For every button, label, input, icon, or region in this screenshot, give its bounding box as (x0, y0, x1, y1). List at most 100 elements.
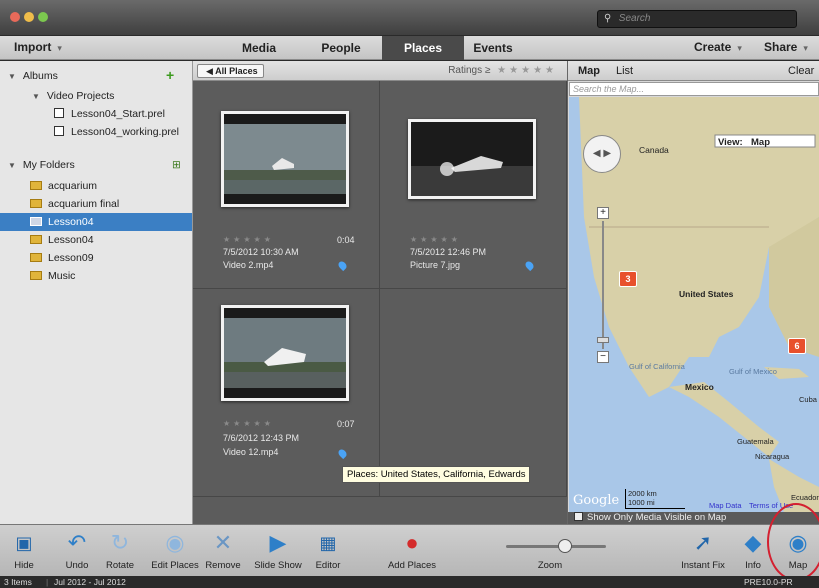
folder-item-selected[interactable]: Lesson04 (0, 213, 192, 231)
map-marker[interactable]: 6 (788, 338, 806, 354)
folder-item[interactable]: Lesson04 (0, 231, 192, 249)
video-projects-item[interactable]: ▼ Video Projects (0, 87, 192, 105)
add-places-button[interactable]: ● Add Places (384, 525, 440, 577)
folder-label: Lesson09 (48, 252, 94, 264)
remove-button[interactable]: ✕ Remove (202, 525, 244, 577)
undo-icon: ↶ (67, 530, 87, 555)
map-data-link[interactable]: Map Data (709, 501, 742, 510)
project-item[interactable]: Lesson04_working.prel (0, 123, 192, 141)
zoom-out-button[interactable]: − (597, 351, 609, 363)
editor-icon: ▦ (319, 533, 337, 553)
map-label: Nicaragua (755, 452, 790, 461)
slide-show-button[interactable]: ▶ Slide Show (252, 525, 304, 577)
place-pin-icon[interactable] (523, 259, 536, 272)
all-places-breadcrumb[interactable]: ◀ All Places (197, 64, 264, 78)
place-pin-icon[interactable] (336, 447, 349, 460)
map-panel: Map List Clear Search the Map... ◀ ▶ + −… (567, 61, 819, 524)
undo-label: Undo (65, 560, 89, 571)
zoom-control: Zoom (530, 525, 570, 577)
tile-filename: Video 2.mp4 (223, 260, 274, 270)
tile-date: 7/5/2012 10:30 AM (223, 247, 299, 257)
info-label: Info (745, 560, 761, 571)
place-tooltip: Places: United States, California, Edwar… (342, 466, 531, 483)
editor-button[interactable]: ▦ Editor (308, 525, 348, 577)
info-button[interactable]: ◆ Info (738, 525, 768, 577)
remove-label: Remove (205, 560, 241, 571)
edit-places-button[interactable]: ◉ Edit Places (146, 525, 204, 577)
play-icon: ▶ (269, 530, 287, 555)
project-item[interactable]: Lesson04_Start.prel (0, 105, 192, 123)
tile-rating[interactable]: ★★★★★ (223, 235, 274, 244)
media-tile[interactable]: ★★★★★ 0:04 7/5/2012 10:30 AM Video 2.mp4 (193, 81, 380, 289)
zoom-in-button[interactable]: + (597, 207, 609, 219)
albums-header[interactable]: ▼ Albums + (0, 67, 192, 85)
tile-rating[interactable]: ★★★★★ (410, 235, 461, 244)
albums-label: Albums (22, 70, 58, 82)
my-folders-header[interactable]: ▼ My Folders ⊞ (0, 156, 192, 174)
my-folders-label: My Folders (22, 159, 75, 171)
rotate-button[interactable]: ↻ Rotate (98, 525, 142, 577)
hide-button[interactable]: ▣ Hide (6, 525, 42, 577)
folder-item[interactable]: acquarium final (0, 195, 192, 213)
tab-list[interactable]: List (616, 65, 633, 77)
remove-icon: ✕ (213, 530, 233, 555)
map-zoom-track[interactable] (602, 221, 604, 349)
tile-filename: Picture 7.jpg (410, 260, 461, 270)
folder-item[interactable]: Music (0, 267, 192, 285)
ratings-operator: ≥ (484, 65, 491, 76)
tab-media[interactable]: Media (218, 36, 300, 60)
ratings-label: Ratings (448, 65, 483, 76)
ratings-filter[interactable]: Ratings ≥ ★★★★★ (448, 65, 557, 76)
zoom-window-button[interactable] (38, 12, 48, 22)
instant-fix-button[interactable]: ➚ Instant Fix (678, 525, 728, 577)
instant-fix-label: Instant Fix (681, 560, 725, 571)
folder-icon (30, 181, 42, 190)
import-menu[interactable]: Import ▾ (14, 40, 62, 54)
rotate-icon: ↻ (110, 530, 130, 555)
folder-item[interactable]: Lesson09 (0, 249, 192, 267)
folder-icon (30, 253, 42, 262)
map-marker[interactable]: 3 (619, 271, 637, 287)
media-grid-panel: ◀ All Places Ratings ≥ ★★★★★ ★★★★★ 0:04 … (193, 61, 567, 524)
tab-events[interactable]: Events (452, 36, 534, 60)
search-input[interactable]: ⚲ Search (597, 10, 797, 28)
place-pin-icon[interactable] (336, 259, 349, 272)
video-thumbnail[interactable] (221, 111, 349, 207)
scale-km: 2000 km (628, 489, 657, 498)
clear-button[interactable]: Clear (788, 65, 814, 77)
map-zoom-knob[interactable] (597, 337, 609, 343)
edit-places-label: Edit Places (151, 560, 199, 571)
photo-thumbnail[interactable] (408, 119, 536, 199)
folder-label: acquarium (48, 180, 98, 192)
add-album-icon[interactable]: + (166, 66, 174, 84)
map-view[interactable]: ◀ ▶ + − View: Map Canada United States M… (569, 97, 819, 512)
minimize-window-button[interactable] (24, 12, 34, 22)
create-label: Create (694, 40, 732, 54)
shuttle-landing-image (224, 308, 346, 398)
scale-mi: 1000 mi (628, 498, 655, 507)
info-icon: ◆ (744, 530, 762, 555)
close-window-button[interactable] (10, 12, 20, 22)
grid-header: ◀ All Places Ratings ≥ ★★★★★ (193, 61, 567, 81)
share-menu[interactable]: Share ▾ (764, 40, 808, 54)
tab-people[interactable]: People (300, 36, 382, 60)
undo-button[interactable]: ↶ Undo (56, 525, 98, 577)
map-label: Gulf of California (629, 362, 685, 371)
show-only-checkbox[interactable] (574, 512, 583, 521)
create-menu[interactable]: Create ▾ (694, 40, 742, 54)
map-view-select[interactable]: Map (751, 137, 770, 148)
map-pan-control[interactable]: ◀ ▶ (583, 135, 621, 173)
map-view-label: View: (718, 137, 743, 148)
media-tile[interactable]: ★★★★★ 7/5/2012 12:46 PM Picture 7.jpg (380, 81, 567, 289)
folder-tree-icon[interactable]: ⊞ (172, 156, 181, 174)
tile-rating[interactable]: ★★★★★ (223, 419, 274, 428)
map-search-input[interactable]: Search the Map... (569, 82, 819, 96)
search-placeholder: Search (618, 13, 651, 24)
bottom-toolbar: ▣ Hide ↶ Undo ↻ Rotate ◉ Edit Places ✕ R… (0, 524, 819, 576)
rating-stars[interactable]: ★★★★★ (497, 65, 557, 76)
disclosure-down-icon: ▼ (32, 92, 40, 101)
folder-item[interactable]: acquarium (0, 177, 192, 195)
tab-map[interactable]: Map (578, 65, 600, 77)
tile-duration: 0:07 (337, 419, 355, 429)
video-thumbnail[interactable] (221, 305, 349, 401)
